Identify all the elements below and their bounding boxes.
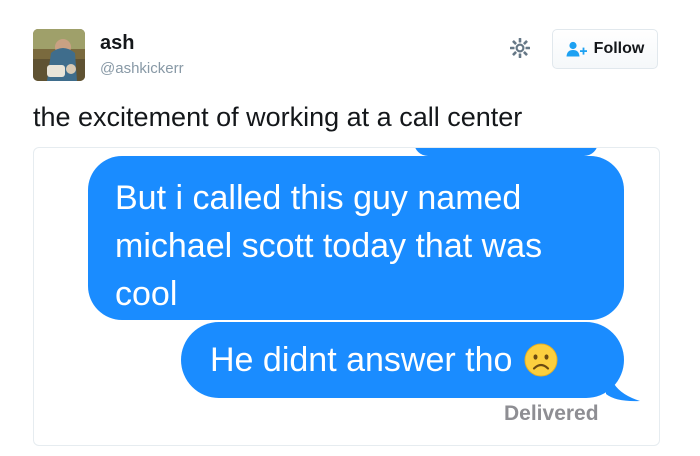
person-add-icon bbox=[566, 41, 588, 57]
author-handle[interactable]: @ashkickerr bbox=[100, 60, 184, 78]
message-bubble-group: He didnt answer tho bbox=[181, 322, 640, 402]
message-bubble: He didnt answer tho bbox=[181, 322, 624, 398]
delivery-status: Delivered bbox=[504, 402, 599, 425]
message-text: But i called this guy named michael scot… bbox=[115, 179, 543, 313]
frowning-face-icon bbox=[524, 343, 558, 377]
message-text: He didnt answer tho bbox=[210, 341, 513, 379]
media-card[interactable]: But i called this guy named michael scot… bbox=[33, 147, 660, 446]
message-bubble: But i called this guy named michael scot… bbox=[88, 156, 624, 320]
tweet-text: the excitement of working at a call cent… bbox=[33, 102, 523, 132]
author-name[interactable]: ash bbox=[100, 31, 134, 55]
previous-bubble-edge bbox=[414, 148, 598, 156]
gear-icon[interactable] bbox=[508, 36, 532, 60]
follow-button[interactable]: Follow bbox=[552, 29, 658, 69]
avatar[interactable] bbox=[33, 29, 85, 81]
follow-label: Follow bbox=[593, 40, 645, 57]
